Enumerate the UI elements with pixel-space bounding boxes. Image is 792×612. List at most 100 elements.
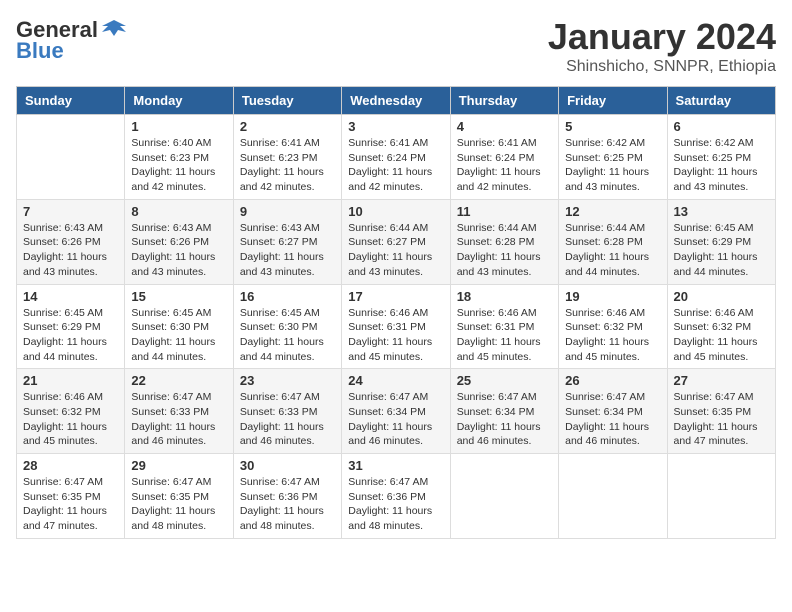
- weekday-header-tuesday: Tuesday: [233, 87, 341, 115]
- day-number: 25: [457, 373, 552, 388]
- day-info: Sunrise: 6:44 AM Sunset: 6:28 PM Dayligh…: [457, 221, 552, 280]
- weekday-header-row: SundayMondayTuesdayWednesdayThursdayFrid…: [17, 87, 776, 115]
- calendar-cell: 2 Sunrise: 6:41 AM Sunset: 6:23 PM Daylig…: [233, 115, 341, 200]
- day-info: Sunrise: 6:47 AM Sunset: 6:36 PM Dayligh…: [348, 475, 443, 534]
- calendar-cell: [559, 454, 667, 539]
- calendar-cell: 30 Sunrise: 6:47 AM Sunset: 6:36 PM Dayli…: [233, 454, 341, 539]
- day-number: 2: [240, 119, 335, 134]
- calendar-cell: 31 Sunrise: 6:47 AM Sunset: 6:36 PM Dayli…: [342, 454, 450, 539]
- day-number: 16: [240, 289, 335, 304]
- calendar-table: SundayMondayTuesdayWednesdayThursdayFrid…: [16, 86, 776, 539]
- calendar-cell: 7 Sunrise: 6:43 AM Sunset: 6:26 PM Daylig…: [17, 199, 125, 284]
- calendar-cell: [667, 454, 775, 539]
- location-subtitle: Shinshicho, SNNPR, Ethiopia: [548, 58, 776, 76]
- day-number: 15: [131, 289, 226, 304]
- day-info: Sunrise: 6:41 AM Sunset: 6:24 PM Dayligh…: [457, 136, 552, 195]
- day-number: 8: [131, 204, 226, 219]
- calendar-cell: 26Sunrise: 6:47 AM Sunset: 6:34 PM Dayli…: [559, 369, 667, 454]
- calendar-week-row: 14 Sunrise: 6:45 AM Sunset: 6:29 PM Dayli…: [17, 284, 776, 369]
- day-info: Sunrise: 6:47 AM Sunset: 6:35 PM Dayligh…: [23, 475, 118, 534]
- day-info: Sunrise: 6:45 AM Sunset: 6:29 PM Dayligh…: [674, 221, 769, 280]
- title-section: January 2024 Shinshicho, SNNPR, Ethiopia: [548, 16, 776, 76]
- day-number: 13: [674, 204, 769, 219]
- day-number: 14: [23, 289, 118, 304]
- day-info: Sunrise: 6:46 AM Sunset: 6:32 PM Dayligh…: [23, 390, 118, 449]
- day-info: Sunrise: 6:44 AM Sunset: 6:27 PM Dayligh…: [348, 221, 443, 280]
- day-info: Sunrise: 6:45 AM Sunset: 6:30 PM Dayligh…: [131, 306, 226, 365]
- day-info: Sunrise: 6:47 AM Sunset: 6:34 PM Dayligh…: [457, 390, 552, 449]
- calendar-cell: 29 Sunrise: 6:47 AM Sunset: 6:35 PM Dayli…: [125, 454, 233, 539]
- calendar-week-row: 7 Sunrise: 6:43 AM Sunset: 6:26 PM Daylig…: [17, 199, 776, 284]
- weekday-header-monday: Monday: [125, 87, 233, 115]
- calendar-week-row: 1 Sunrise: 6:40 AM Sunset: 6:23 PM Daylig…: [17, 115, 776, 200]
- calendar-cell: 22 Sunrise: 6:47 AM Sunset: 6:33 PM Dayli…: [125, 369, 233, 454]
- calendar-cell: 16 Sunrise: 6:45 AM Sunset: 6:30 PM Dayli…: [233, 284, 341, 369]
- calendar-cell: 14 Sunrise: 6:45 AM Sunset: 6:29 PM Dayli…: [17, 284, 125, 369]
- calendar-cell: 19Sunrise: 6:46 AM Sunset: 6:32 PM Dayli…: [559, 284, 667, 369]
- day-number: 1: [131, 119, 226, 134]
- calendar-cell: 6 Sunrise: 6:42 AM Sunset: 6:25 PM Daylig…: [667, 115, 775, 200]
- calendar-cell: 12 Sunrise: 6:44 AM Sunset: 6:28 PM Dayli…: [559, 199, 667, 284]
- calendar-week-row: 21 Sunrise: 6:46 AM Sunset: 6:32 PM Dayli…: [17, 369, 776, 454]
- day-info: Sunrise: 6:47 AM Sunset: 6:36 PM Dayligh…: [240, 475, 335, 534]
- calendar-cell: 15 Sunrise: 6:45 AM Sunset: 6:30 PM Dayli…: [125, 284, 233, 369]
- calendar-cell: 10Sunrise: 6:44 AM Sunset: 6:27 PM Dayli…: [342, 199, 450, 284]
- day-number: 5: [565, 119, 660, 134]
- day-number: 18: [457, 289, 552, 304]
- day-number: 27: [674, 373, 769, 388]
- calendar-cell: 11 Sunrise: 6:44 AM Sunset: 6:28 PM Dayli…: [450, 199, 558, 284]
- day-info: Sunrise: 6:46 AM Sunset: 6:32 PM Dayligh…: [674, 306, 769, 365]
- day-info: Sunrise: 6:43 AM Sunset: 6:26 PM Dayligh…: [23, 221, 118, 280]
- weekday-header-wednesday: Wednesday: [342, 87, 450, 115]
- calendar-cell: 21 Sunrise: 6:46 AM Sunset: 6:32 PM Dayli…: [17, 369, 125, 454]
- day-info: Sunrise: 6:47 AM Sunset: 6:35 PM Dayligh…: [674, 390, 769, 449]
- logo-bird-icon: [100, 16, 128, 44]
- day-number: 11: [457, 204, 552, 219]
- day-info: Sunrise: 6:47 AM Sunset: 6:35 PM Dayligh…: [131, 475, 226, 534]
- calendar-cell: 9 Sunrise: 6:43 AM Sunset: 6:27 PM Daylig…: [233, 199, 341, 284]
- calendar-cell: 8 Sunrise: 6:43 AM Sunset: 6:26 PM Daylig…: [125, 199, 233, 284]
- calendar-cell: 13 Sunrise: 6:45 AM Sunset: 6:29 PM Dayli…: [667, 199, 775, 284]
- day-number: 17: [348, 289, 443, 304]
- day-info: Sunrise: 6:47 AM Sunset: 6:33 PM Dayligh…: [131, 390, 226, 449]
- day-number: 22: [131, 373, 226, 388]
- day-number: 31: [348, 458, 443, 473]
- day-number: 30: [240, 458, 335, 473]
- calendar-cell: 17Sunrise: 6:46 AM Sunset: 6:31 PM Dayli…: [342, 284, 450, 369]
- day-number: 7: [23, 204, 118, 219]
- calendar-cell: 28Sunrise: 6:47 AM Sunset: 6:35 PM Dayli…: [17, 454, 125, 539]
- calendar-cell: 3Sunrise: 6:41 AM Sunset: 6:24 PM Daylig…: [342, 115, 450, 200]
- page-header: General Blue January 2024 Shinshicho, SN…: [16, 16, 776, 76]
- weekday-header-friday: Friday: [559, 87, 667, 115]
- calendar-cell: [17, 115, 125, 200]
- day-number: 29: [131, 458, 226, 473]
- calendar-cell: 23 Sunrise: 6:47 AM Sunset: 6:33 PM Dayli…: [233, 369, 341, 454]
- calendar-cell: [450, 454, 558, 539]
- weekday-header-sunday: Sunday: [17, 87, 125, 115]
- day-number: 6: [674, 119, 769, 134]
- day-info: Sunrise: 6:44 AM Sunset: 6:28 PM Dayligh…: [565, 221, 660, 280]
- day-info: Sunrise: 6:41 AM Sunset: 6:23 PM Dayligh…: [240, 136, 335, 195]
- calendar-cell: 20 Sunrise: 6:46 AM Sunset: 6:32 PM Dayli…: [667, 284, 775, 369]
- day-info: Sunrise: 6:46 AM Sunset: 6:31 PM Dayligh…: [457, 306, 552, 365]
- day-info: Sunrise: 6:45 AM Sunset: 6:29 PM Dayligh…: [23, 306, 118, 365]
- logo-blue-text: Blue: [16, 38, 64, 64]
- day-info: Sunrise: 6:42 AM Sunset: 6:25 PM Dayligh…: [674, 136, 769, 195]
- day-number: 21: [23, 373, 118, 388]
- day-info: Sunrise: 6:40 AM Sunset: 6:23 PM Dayligh…: [131, 136, 226, 195]
- day-number: 20: [674, 289, 769, 304]
- day-info: Sunrise: 6:46 AM Sunset: 6:32 PM Dayligh…: [565, 306, 660, 365]
- day-info: Sunrise: 6:43 AM Sunset: 6:27 PM Dayligh…: [240, 221, 335, 280]
- calendar-cell: 27 Sunrise: 6:47 AM Sunset: 6:35 PM Dayli…: [667, 369, 775, 454]
- day-number: 23: [240, 373, 335, 388]
- calendar-cell: 24Sunrise: 6:47 AM Sunset: 6:34 PM Dayli…: [342, 369, 450, 454]
- day-number: 4: [457, 119, 552, 134]
- day-info: Sunrise: 6:45 AM Sunset: 6:30 PM Dayligh…: [240, 306, 335, 365]
- day-number: 12: [565, 204, 660, 219]
- day-info: Sunrise: 6:41 AM Sunset: 6:24 PM Dayligh…: [348, 136, 443, 195]
- month-title: January 2024: [548, 16, 776, 58]
- day-number: 9: [240, 204, 335, 219]
- day-info: Sunrise: 6:43 AM Sunset: 6:26 PM Dayligh…: [131, 221, 226, 280]
- day-info: Sunrise: 6:47 AM Sunset: 6:33 PM Dayligh…: [240, 390, 335, 449]
- day-number: 26: [565, 373, 660, 388]
